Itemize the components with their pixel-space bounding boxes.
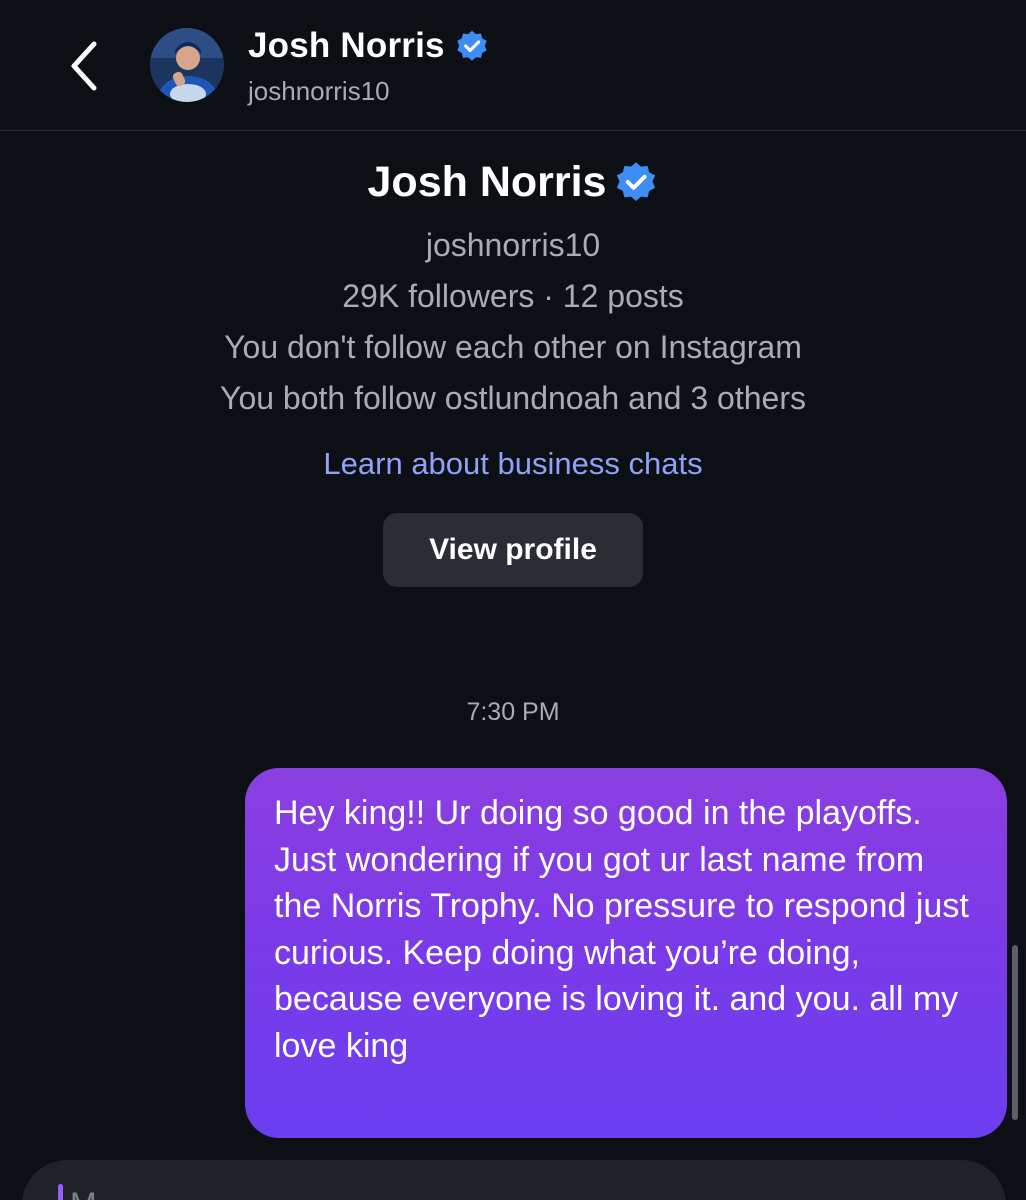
mutual-followers: You both follow ostlundnoah and 3 others (220, 380, 806, 416)
verified-badge-icon (456, 30, 487, 61)
sent-message-bubble[interactable]: Hey king!! Ur doing so good in the playo… (245, 768, 1007, 1138)
composer-text: M (70, 1186, 97, 1200)
thread-header: Josh Norris joshnorris10 (0, 0, 1026, 131)
back-button[interactable] (56, 36, 112, 96)
view-profile-button[interactable]: View profile (383, 513, 643, 587)
header-name-row[interactable]: Josh Norris (248, 26, 489, 66)
profile-card: Josh Norris joshnorris10 29K followers ·… (0, 150, 1026, 482)
profile-name-row: Josh Norris (0, 150, 1026, 214)
header-name: Josh Norris (248, 26, 445, 65)
dm-thread-screen: Josh Norris joshnorris10 Josh Norris jos… (0, 0, 1026, 1200)
follow-status: You don't follow each other on Instagram (224, 329, 802, 365)
scrollbar[interactable] (1012, 945, 1018, 1120)
message-timestamp: 7:30 PM (466, 698, 560, 726)
verified-badge-icon (617, 162, 656, 202)
chevron-left-icon (71, 41, 97, 91)
learn-business-chats-link[interactable]: Learn about business chats (323, 446, 702, 482)
profile-stats: 29K followers · 12 posts (342, 278, 684, 314)
header-username: joshnorris10 (248, 76, 390, 106)
profile-username: joshnorris10 (425, 227, 601, 263)
avatar-photo (150, 28, 224, 102)
message-composer[interactable]: M (22, 1160, 1006, 1200)
text-cursor (58, 1184, 63, 1200)
avatar[interactable] (150, 28, 224, 102)
profile-name: Josh Norris (367, 157, 607, 206)
